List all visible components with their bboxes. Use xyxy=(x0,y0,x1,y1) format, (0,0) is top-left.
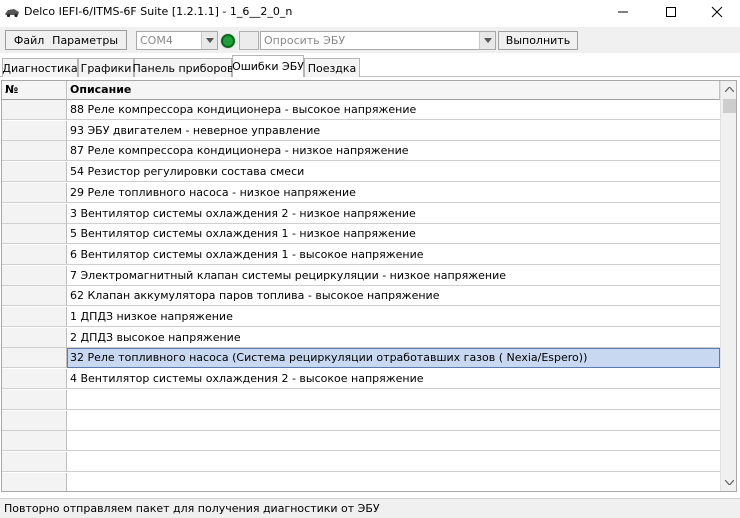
maximize-button[interactable] xyxy=(648,0,694,24)
description-cell[interactable]: 29 Реле топливного насоса - низкое напря… xyxy=(67,183,720,203)
description-cell[interactable]: 1 ДПДЗ низкое напряжение xyxy=(67,307,720,327)
tab-bar: Диагностика Графики Панель приборов Ошиб… xyxy=(0,55,740,77)
toolbar: Файл Параметры COM4 Опросить ЭБУ Выполни… xyxy=(0,27,740,53)
scroll-up-icon[interactable] xyxy=(721,81,736,98)
table-row[interactable] xyxy=(2,431,720,452)
row-number-cell[interactable] xyxy=(2,244,67,265)
vertical-scrollbar[interactable] xyxy=(720,81,736,491)
tab-ecu-errors[interactable]: Ошибки ЭБУ xyxy=(232,55,304,77)
row-number-cell[interactable] xyxy=(2,472,67,491)
description-cell[interactable] xyxy=(67,431,720,452)
title-bar: Delco IEFI-6/ITMS-6F Suite [1.2.1.1] - 1… xyxy=(0,0,740,24)
description-cell[interactable]: 88 Реле компрессора кондиционера - высок… xyxy=(67,100,720,120)
table-row[interactable]: 87 Реле компрессора кондиционера - низко… xyxy=(2,141,720,162)
tab-diagnostics[interactable]: Диагностика xyxy=(2,58,78,77)
blank-button[interactable] xyxy=(239,31,259,50)
table-row[interactable]: 88 Реле компрессора кондиционера - высок… xyxy=(2,100,720,120)
tab-charts[interactable]: Графики xyxy=(78,58,134,77)
window-title: Delco IEFI-6/ITMS-6F Suite [1.2.1.1] - 1… xyxy=(24,5,293,18)
table-body: 88 Реле компрессора кондиционера - высок… xyxy=(2,100,720,491)
table-row[interactable]: 62 Клапан аккумулятора паров топлива - в… xyxy=(2,286,720,307)
table-row[interactable]: 6 Вентилятор системы охлаждения 1 - высо… xyxy=(2,244,720,265)
description-cell[interactable]: 4 Вентилятор системы охлаждения 2 - высо… xyxy=(67,369,720,390)
table-row[interactable]: 7 Электромагнитный клапан системы рецирк… xyxy=(2,265,720,286)
tab-trip[interactable]: Поездка xyxy=(304,58,360,77)
row-number-cell[interactable] xyxy=(2,120,67,141)
main-menu: Файл Параметры xyxy=(5,30,127,50)
table-row[interactable]: 32 Реле топливного насоса (Система рецир… xyxy=(2,348,720,369)
minimize-icon xyxy=(618,11,628,13)
row-number-cell[interactable] xyxy=(2,369,67,390)
column-header-description[interactable]: Описание xyxy=(67,81,720,100)
row-number-cell[interactable] xyxy=(2,410,67,431)
scroll-thumb[interactable] xyxy=(723,99,736,113)
row-number-cell[interactable] xyxy=(2,224,67,245)
execute-button[interactable]: Выполнить xyxy=(498,31,578,50)
row-number-cell[interactable] xyxy=(2,451,67,472)
row-number-cell[interactable] xyxy=(2,348,67,369)
row-number-cell[interactable] xyxy=(2,389,67,410)
description-cell[interactable]: 54 Резистор регулировки состава смеси xyxy=(67,162,720,183)
tab-dashboard[interactable]: Панель приборов xyxy=(133,58,234,77)
description-cell[interactable] xyxy=(67,390,720,410)
port-value: COM4 xyxy=(140,34,173,47)
row-number-cell[interactable] xyxy=(2,307,67,327)
menu-file[interactable]: Файл xyxy=(14,34,44,47)
description-cell[interactable]: 32 Реле топливного насоса (Система рецир… xyxy=(67,348,720,369)
table-row[interactable]: 2 ДПДЗ высокое напряжение xyxy=(2,327,720,348)
row-number-cell[interactable] xyxy=(2,286,67,307)
table-row[interactable]: 3 Вентилятор системы охлаждения 2 - низк… xyxy=(2,203,720,224)
chevron-down-icon[interactable] xyxy=(201,32,217,49)
maximize-icon xyxy=(666,7,676,17)
table-row[interactable] xyxy=(2,472,720,491)
table-row[interactable]: 54 Резистор регулировки состава смеси xyxy=(2,162,720,183)
description-cell[interactable]: 93 ЭБУ двигателем - неверное управление xyxy=(67,121,720,141)
description-cell[interactable]: 6 Вентилятор системы охлаждения 1 - высо… xyxy=(67,245,720,265)
table-row[interactable]: 5 Вентилятор системы охлаждения 1 - низк… xyxy=(2,224,720,245)
close-button[interactable] xyxy=(694,0,740,24)
row-number-cell[interactable] xyxy=(2,203,67,224)
column-header-number[interactable]: № xyxy=(2,81,67,100)
request-value: Опросить ЭБУ xyxy=(264,34,346,47)
description-cell[interactable]: 5 Вентилятор системы охлаждения 1 - низк… xyxy=(67,224,720,245)
description-cell[interactable]: 7 Электромагнитный клапан системы рецирк… xyxy=(67,266,720,286)
minimize-button[interactable] xyxy=(600,0,646,24)
table-header: № Описание xyxy=(2,81,720,100)
port-select[interactable]: COM4 xyxy=(136,31,218,50)
table-row[interactable] xyxy=(2,451,720,472)
table-row[interactable] xyxy=(2,389,720,410)
row-number-cell[interactable] xyxy=(2,162,67,183)
description-cell[interactable] xyxy=(67,411,720,431)
row-number-cell[interactable] xyxy=(2,327,67,348)
table-row[interactable] xyxy=(2,410,720,431)
description-cell[interactable] xyxy=(67,473,720,491)
scroll-down-icon[interactable] xyxy=(721,474,736,491)
errors-table: № Описание 88 Реле компрессора кондицион… xyxy=(1,80,737,492)
request-select[interactable]: Опросить ЭБУ xyxy=(260,31,496,50)
row-number-cell[interactable] xyxy=(2,431,67,452)
connection-status-icon xyxy=(221,34,235,48)
description-cell[interactable]: 3 Вентилятор системы охлаждения 2 - низк… xyxy=(67,204,720,224)
row-number-cell[interactable] xyxy=(2,182,67,203)
row-number-cell[interactable] xyxy=(2,100,67,120)
app-logo-icon xyxy=(4,6,20,18)
status-bar: Повторно отправляем пакет для получения … xyxy=(0,498,740,518)
chevron-down-icon[interactable] xyxy=(479,32,495,49)
table-row[interactable]: 93 ЭБУ двигателем - неверное управление xyxy=(2,120,720,141)
close-icon xyxy=(711,6,723,18)
description-cell[interactable] xyxy=(67,452,720,472)
table-row[interactable]: 1 ДПДЗ низкое напряжение xyxy=(2,307,720,327)
table-row[interactable]: 4 Вентилятор системы охлаждения 2 - высо… xyxy=(2,369,720,390)
table-row[interactable]: 29 Реле топливного насоса - низкое напря… xyxy=(2,182,720,203)
row-number-cell[interactable] xyxy=(2,265,67,286)
menu-params[interactable]: Параметры xyxy=(52,34,118,47)
description-cell[interactable]: 87 Реле компрессора кондиционера - низко… xyxy=(67,141,720,162)
description-cell[interactable]: 62 Клапан аккумулятора паров топлива - в… xyxy=(67,286,720,307)
description-cell[interactable]: 2 ДПДЗ высокое напряжение xyxy=(67,328,720,348)
row-number-cell[interactable] xyxy=(2,141,67,162)
